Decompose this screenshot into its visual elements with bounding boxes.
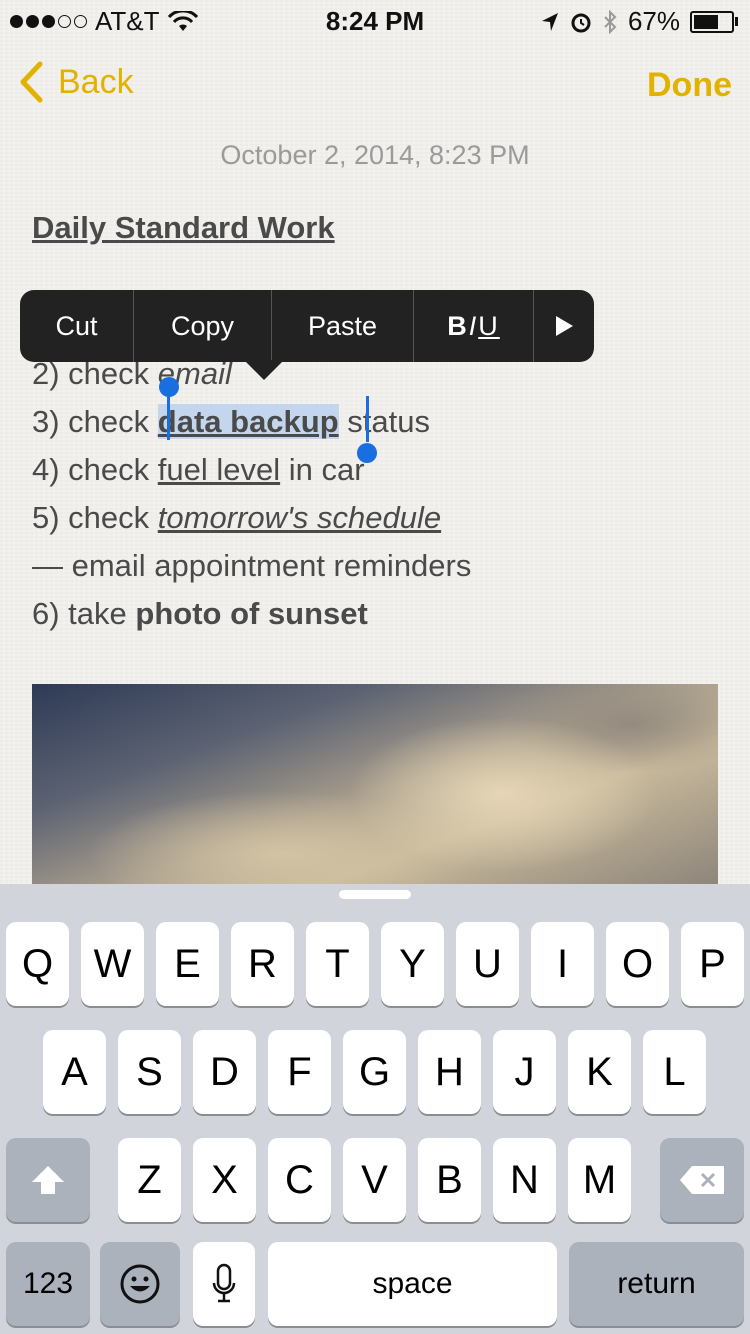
numbers-key[interactable]: 123 — [6, 1242, 90, 1326]
key-g[interactable]: G — [343, 1030, 406, 1114]
key-q[interactable]: Q — [6, 922, 69, 1006]
selection-end-bar — [366, 396, 369, 442]
selection-start-bar — [167, 396, 170, 440]
space-key[interactable]: space — [268, 1242, 557, 1326]
microphone-icon — [212, 1263, 236, 1303]
note-line-5: 5) check tomorrow's schedule — [32, 500, 442, 535]
more-options-button[interactable] — [534, 290, 594, 362]
selected-text[interactable]: data backup — [157, 404, 339, 439]
chevron-left-icon — [20, 61, 43, 103]
emoji-key[interactable] — [100, 1242, 180, 1326]
selection-start-handle[interactable] — [159, 377, 179, 397]
bold-label: B — [447, 310, 469, 341]
key-e[interactable]: E — [156, 922, 219, 1006]
return-key[interactable]: return — [569, 1242, 744, 1326]
key-p[interactable]: P — [681, 922, 744, 1006]
key-y[interactable]: Y — [381, 922, 444, 1006]
key-k[interactable]: K — [568, 1030, 631, 1114]
key-f[interactable]: F — [268, 1030, 331, 1114]
note-line-6: 6) take photo of sunset — [32, 596, 368, 631]
format-biu-button[interactable]: BIU — [414, 290, 534, 362]
key-u[interactable]: U — [456, 922, 519, 1006]
key-i[interactable]: I — [531, 922, 594, 1006]
copy-button[interactable]: Copy — [134, 290, 272, 362]
edit-menu-pointer — [244, 360, 284, 380]
back-label: Back — [58, 62, 134, 101]
delete-key[interactable] — [660, 1138, 744, 1222]
key-a[interactable]: A — [43, 1030, 106, 1114]
triangle-right-icon — [556, 316, 573, 336]
note-line-5b: — email appointment reminders — [32, 548, 472, 583]
note-line-4: 4) check fuel level in car — [32, 452, 365, 487]
dictation-key[interactable] — [193, 1242, 255, 1326]
key-c[interactable]: C — [268, 1138, 331, 1222]
done-button[interactable]: Done — [647, 66, 732, 105]
key-l[interactable]: L — [643, 1030, 706, 1114]
shift-key[interactable] — [6, 1138, 90, 1222]
key-z[interactable]: Z — [118, 1138, 181, 1222]
cut-button[interactable]: Cut — [20, 290, 134, 362]
key-j[interactable]: J — [493, 1030, 556, 1114]
keyboard: QWERTYUIOP ASDFGHJKL ZXCVBNM 123 space r… — [0, 884, 750, 1334]
battery-icon — [690, 10, 738, 33]
key-x[interactable]: X — [193, 1138, 256, 1222]
note-body[interactable]: Daily Standard Work 2) check email 3) ch… — [32, 206, 722, 631]
key-s[interactable]: S — [118, 1030, 181, 1114]
note-line-3: 3) check data backup status — [32, 404, 430, 439]
key-h[interactable]: H — [418, 1030, 481, 1114]
note-title: Daily Standard Work — [32, 210, 335, 245]
battery-percent: 67% — [627, 6, 680, 36]
underline-label: U — [478, 310, 500, 341]
key-w[interactable]: W — [81, 922, 144, 1006]
key-v[interactable]: V — [343, 1138, 406, 1222]
key-t[interactable]: T — [306, 922, 369, 1006]
key-d[interactable]: D — [193, 1030, 256, 1114]
key-n[interactable]: N — [493, 1138, 556, 1222]
alarm-icon — [571, 13, 591, 32]
edit-menu: Cut Copy Paste BIU — [20, 290, 594, 362]
key-o[interactable]: O — [606, 922, 669, 1006]
keyboard-grabber[interactable] — [339, 890, 411, 899]
paste-button[interactable]: Paste — [272, 290, 414, 362]
smiley-icon — [120, 1264, 160, 1304]
shift-arrow-icon — [32, 1166, 64, 1194]
key-b[interactable]: B — [418, 1138, 481, 1222]
status-bar: AT&T 8:24 PM 67% — [0, 0, 750, 40]
backspace-icon — [680, 1166, 724, 1194]
back-button[interactable]: Back — [18, 60, 134, 104]
selection-end-handle[interactable] — [357, 443, 377, 463]
key-m[interactable]: M — [568, 1138, 631, 1222]
location-arrow-icon — [541, 12, 558, 31]
note-date: October 2, 2014, 8:23 PM — [220, 140, 530, 170]
key-r[interactable]: R — [231, 922, 294, 1006]
navigation-bar: Back Done — [0, 52, 750, 116]
italic-label: I — [468, 310, 479, 341]
bluetooth-icon — [604, 9, 617, 34]
sunset-photo[interactable] — [32, 684, 718, 884]
